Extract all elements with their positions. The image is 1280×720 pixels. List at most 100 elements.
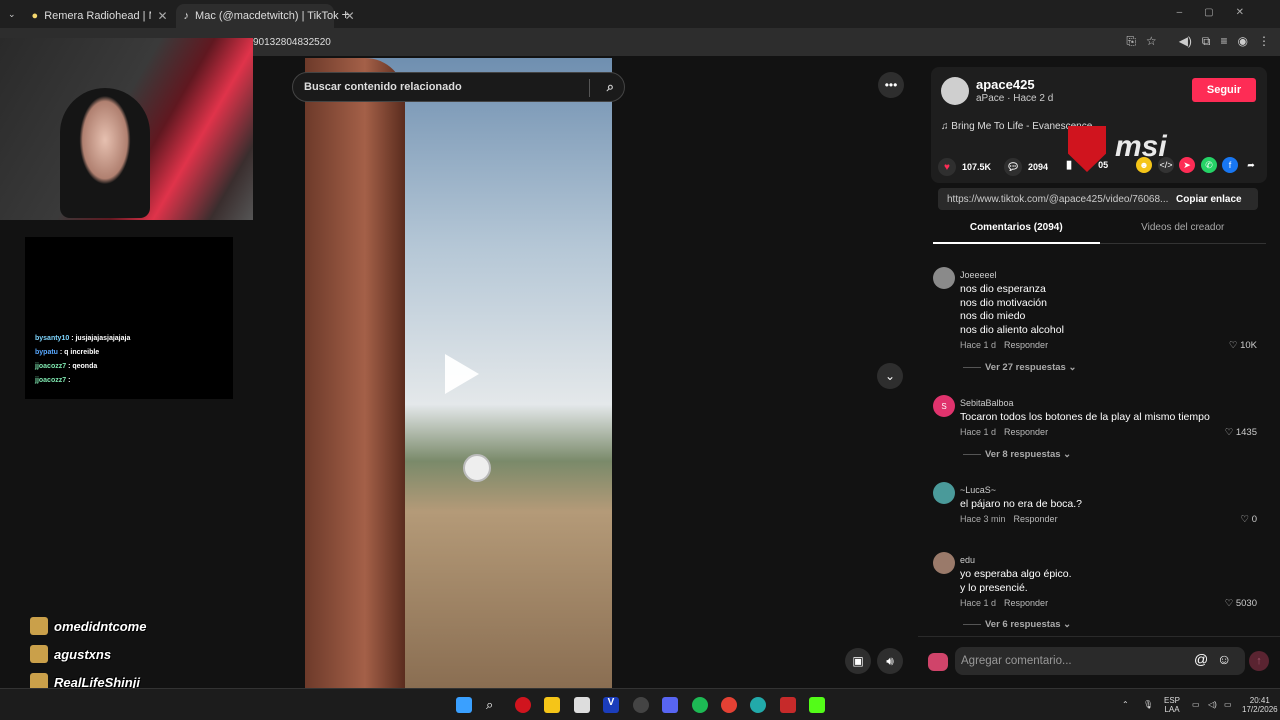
v-app-icon[interactable]: V bbox=[603, 697, 619, 713]
streamer-figure bbox=[60, 88, 150, 218]
emoji-share-icon[interactable]: ☻ bbox=[1136, 157, 1152, 173]
chat-msg: : bbox=[68, 377, 71, 384]
commenter-avatar[interactable] bbox=[933, 267, 955, 289]
mic-icon[interactable]: 🎙︎ bbox=[1143, 700, 1153, 709]
share-link-text[interactable]: https://www.tiktok.com/@apace425/video/7… bbox=[938, 194, 1172, 205]
related-search-input[interactable]: Buscar contenido relacionado ⌕ bbox=[292, 72, 625, 102]
pip-icon[interactable]: ▣ bbox=[845, 648, 871, 674]
follow-button[interactable]: Seguir bbox=[1192, 78, 1256, 102]
comment-meta: Hace 1 d Responder bbox=[960, 598, 1048, 608]
discord-icon[interactable] bbox=[662, 697, 678, 713]
speaker-icon[interactable]: ◁) bbox=[1208, 700, 1217, 709]
view-replies-link[interactable]: Ver 27 respuestas ⌄ bbox=[963, 362, 1076, 373]
msi-app-icon[interactable] bbox=[515, 697, 531, 713]
mention-icon[interactable]: @ bbox=[1194, 651, 1208, 667]
tab-search-icon[interactable]: ⌄ bbox=[8, 9, 16, 20]
reply-link[interactable]: Responder bbox=[1004, 340, 1048, 350]
more-options-icon[interactable]: ••• bbox=[878, 72, 904, 98]
file-explorer-icon[interactable] bbox=[544, 697, 560, 713]
comment-like[interactable]: ♡ 1435 bbox=[1225, 427, 1257, 438]
comment-meta: Hace 1 d Responder bbox=[960, 340, 1048, 350]
heart-icon[interactable]: ♥ bbox=[938, 158, 956, 176]
comment-item: S SebitaBalboa Tocaron todos los botones… bbox=[933, 395, 1273, 465]
send-icon[interactable]: ➤ bbox=[1179, 157, 1195, 173]
comment-like[interactable]: ♡ 10K bbox=[1229, 340, 1257, 351]
like-count: 0 bbox=[1251, 514, 1257, 525]
creator-username[interactable]: apace425 bbox=[976, 77, 1035, 92]
close-tab-icon[interactable]: ✕ bbox=[157, 9, 167, 23]
whatsapp-icon[interactable]: ✆ bbox=[1201, 157, 1217, 173]
panel-tabs: Comentarios (2094) Videos del creador bbox=[933, 222, 1266, 244]
play-icon[interactable] bbox=[445, 354, 479, 394]
comment-stat[interactable]: 💬︎ 2094 bbox=[1004, 158, 1048, 176]
save-stat[interactable]: ▮ 05 bbox=[1066, 158, 1108, 171]
clock[interactable]: 20:41 17/2/2026 bbox=[1242, 696, 1278, 714]
reply-link[interactable]: Responder bbox=[1004, 598, 1048, 608]
comment-icon[interactable]: 💬︎ bbox=[1004, 158, 1022, 176]
search-icon[interactable]: ⌕ bbox=[607, 79, 614, 95]
more-icon[interactable]: ⋮ bbox=[1258, 34, 1270, 49]
bookmark-star-icon[interactable]: ☆ bbox=[1146, 34, 1157, 49]
share-arrow-icon[interactable]: ➦ bbox=[1243, 157, 1259, 173]
obs-icon[interactable] bbox=[633, 697, 649, 713]
embed-icon[interactable]: </> bbox=[1158, 157, 1174, 173]
extension-icon[interactable]: ⧉ bbox=[1202, 34, 1211, 49]
start-icon[interactable] bbox=[456, 697, 472, 713]
profile-icon[interactable]: ◉ bbox=[1238, 34, 1248, 49]
commenter-avatar[interactable]: S bbox=[933, 395, 955, 417]
store-icon[interactable] bbox=[574, 697, 590, 713]
commenter-avatar[interactable] bbox=[933, 482, 955, 504]
cast-icon[interactable]: ⎘ bbox=[1126, 34, 1136, 49]
chat-line: jjoacozz7 : bbox=[35, 377, 70, 384]
commenter-name[interactable]: ~LucaS~ bbox=[960, 485, 996, 495]
language-indicator[interactable]: ESP LAA bbox=[1164, 696, 1180, 714]
chrome-icon[interactable] bbox=[721, 697, 737, 713]
like-count: 1435 bbox=[1235, 427, 1257, 438]
like-stat[interactable]: ♥ 107.5K bbox=[938, 158, 991, 176]
creator-avatar[interactable] bbox=[941, 77, 969, 105]
heart-outline-icon[interactable]: ♡ bbox=[1241, 514, 1250, 525]
chat-msg: : qeonda bbox=[68, 363, 98, 370]
tab-creator-videos[interactable]: Videos del creador bbox=[1099, 222, 1266, 244]
spotify-icon[interactable] bbox=[692, 697, 708, 713]
browser-app-icon[interactable] bbox=[750, 697, 766, 713]
view-replies-link[interactable]: Ver 8 respuestas ⌄ bbox=[963, 449, 1071, 460]
tiktok-favicon: ♪ bbox=[183, 10, 190, 22]
music-note-icon: ♫ bbox=[941, 121, 949, 132]
tray-chevron-icon[interactable]: ⌃ bbox=[1122, 700, 1129, 709]
view-replies-link[interactable]: Ver 6 respuestas ⌄ bbox=[963, 619, 1071, 630]
reply-link[interactable]: Responder bbox=[1004, 427, 1048, 437]
kick-icon[interactable] bbox=[809, 697, 825, 713]
menu-list-icon[interactable]: ≡ bbox=[1221, 34, 1228, 49]
address-bar-url[interactable]: 90132804832520 bbox=[253, 37, 331, 48]
facebook-icon[interactable]: f bbox=[1222, 157, 1238, 173]
volume-icon[interactable]: 🔊︎ bbox=[877, 648, 903, 674]
tab-tiktok[interactable]: ♪ Mac (@macdetwitch) | TikTok ✕ bbox=[175, 4, 355, 28]
bookmark-icon[interactable]: ▮ bbox=[1066, 158, 1072, 171]
commenter-name[interactable]: Joeeeeel bbox=[960, 270, 997, 280]
tab-comments[interactable]: Comentarios (2094) bbox=[933, 222, 1100, 244]
commenter-name[interactable]: SebitaBalboa bbox=[960, 398, 1014, 408]
heart-outline-icon[interactable]: ♡ bbox=[1225, 427, 1234, 438]
battery-icon[interactable]: ▭ bbox=[1224, 700, 1232, 709]
commenter-avatar[interactable] bbox=[933, 552, 955, 574]
tab-mercadolibre[interactable]: ● Remera Radiohead | MercadoLi ✕ bbox=[24, 4, 176, 28]
next-video-chevron-icon[interactable]: ⌄ bbox=[877, 363, 903, 389]
network-icon[interactable]: ▭ bbox=[1192, 700, 1200, 709]
heart-outline-icon[interactable]: ♡ bbox=[1229, 340, 1238, 351]
window-controls[interactable]: –▢✕ bbox=[1177, 7, 1266, 18]
comment-text: nos dio esperanza nos dio motivación nos… bbox=[960, 283, 1064, 336]
emoji-icon[interactable]: ☺ bbox=[1217, 651, 1231, 667]
copy-link-button[interactable]: Copiar enlace bbox=[1176, 194, 1242, 205]
commenter-name[interactable]: edu bbox=[960, 555, 975, 565]
reply-link[interactable]: Responder bbox=[1014, 514, 1058, 524]
heart-outline-icon[interactable]: ♡ bbox=[1225, 598, 1234, 609]
comment-meta: Hace 3 min Responder bbox=[960, 514, 1058, 524]
new-tab-icon[interactable]: + bbox=[342, 6, 350, 22]
comment-like[interactable]: ♡ 0 bbox=[1241, 514, 1257, 525]
comment-like[interactable]: ♡ 5030 bbox=[1225, 598, 1257, 609]
media-icon[interactable]: ◀) bbox=[1179, 34, 1192, 49]
search-icon[interactable]: ⌕ bbox=[486, 697, 502, 713]
send-comment-icon[interactable]: ↑ bbox=[1249, 651, 1269, 671]
app-icon[interactable] bbox=[780, 697, 796, 713]
